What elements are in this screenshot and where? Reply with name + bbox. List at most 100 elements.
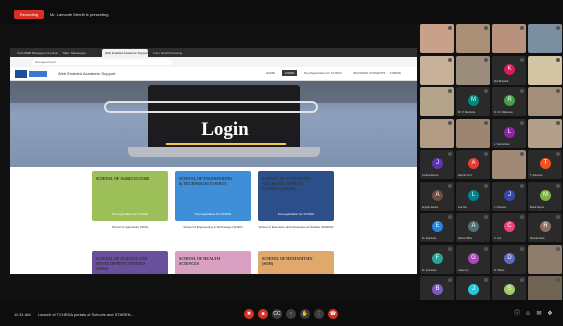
participant-tile[interactable]: J J. Ocampo <box>492 181 526 211</box>
participant-tile[interactable]: R Dr. R. Villanueva <box>492 87 526 116</box>
school-card[interactable]: SCHOOL OF AGRICULTURE Pre-registration fo… <box>92 171 168 221</box>
mic-muted-icon <box>448 246 452 251</box>
school-card[interactable]: SCHOOL OF SCIENCE AND DEVELOPMENT STUDIE… <box>92 251 168 274</box>
school-card-label[interactable]: School of Agriculture (SOA) <box>87 225 173 229</box>
participant-tile[interactable] <box>528 87 562 116</box>
participant-tile[interactable] <box>528 55 562 85</box>
participant-avatar: M <box>540 189 551 201</box>
nav-pre-registration[interactable]: Pre-Registration for SY2023 <box>304 71 342 75</box>
participant-name: D. Hilario <box>494 268 505 272</box>
nav-incoming-students[interactable]: INCOMING STUDENTS <box>353 71 385 75</box>
mic-muted-icon <box>484 246 488 251</box>
school-card[interactable]: SCHOOL OF HEALTH SCIENCES <box>175 251 251 274</box>
browser-tab[interactable]: Form Grid Processing <box>150 49 192 57</box>
participant-name: T. Abrenica <box>530 174 543 177</box>
captions-icon[interactable]: CC <box>272 309 282 319</box>
participant-tile[interactable]: J Justina Ramos <box>420 150 454 179</box>
school-card[interactable]: SCHOOL OF ENGINEERING & TECHNOLOGY (SOET… <box>175 171 251 221</box>
participant-tile[interactable]: G Grace Uy <box>456 244 490 274</box>
participant-tile[interactable]: K Kira Maxwell <box>492 55 526 85</box>
participant-name: Ricardo Dela <box>530 237 545 240</box>
meet-control-bar: 11:31 AM Launch of TCHEDA portals of Sch… <box>0 300 563 326</box>
nav-home[interactable]: HOME <box>266 71 275 75</box>
login-heading: Login <box>201 119 249 140</box>
participant-tile[interactable]: M Maria Reyes <box>528 181 562 211</box>
participant-tile[interactable] <box>420 24 454 53</box>
participant-avatar: J <box>504 189 515 201</box>
participant-tile[interactable] <box>420 87 454 116</box>
login-hero-banner: Login <box>10 81 417 167</box>
participant-tile[interactable]: A Alberto Cruz <box>456 150 490 179</box>
mic-muted-icon <box>484 152 488 156</box>
participant-name: Alberto Cruz <box>458 174 472 177</box>
mic-muted-icon <box>520 246 524 251</box>
participant-tile[interactable]: D D. Hilario <box>492 244 526 274</box>
school-card-label[interactable]: School of Extension and Development Stud… <box>253 225 339 229</box>
participant-tile[interactable]: E Dr. Espinosa <box>420 213 454 242</box>
browser-tab[interactable]: UGA WEB Management portal <box>14 49 58 57</box>
participant-avatar: F <box>432 252 443 264</box>
mic-muted-icon <box>448 183 452 188</box>
activities-icon[interactable]: ❖ <box>547 311 553 317</box>
participant-tile[interactable]: A Angelo Santos <box>420 181 454 211</box>
mic-muted-icon <box>520 89 524 93</box>
hero-frame <box>104 101 318 113</box>
school-card-title: SCHOOL OF SCIENCE AND DEVELOPMENT STUDIE… <box>96 256 148 271</box>
mic-muted-icon <box>484 215 488 219</box>
more-icon[interactable]: ⋮ <box>314 309 324 319</box>
url-field[interactable]: hris.uga.edu.ph <box>32 59 172 65</box>
school-card-footer: Pre-registration for SY2024 <box>277 212 315 216</box>
school-cards: SCHOOL OF AGRICULTURE Pre-registration fo… <box>10 167 417 274</box>
video-off-icon[interactable]: ■ <box>258 309 268 319</box>
browser-tab[interactable]: Mail - Messenger <box>60 49 100 57</box>
meeting-caption: Launch of TCHEDA portals of Schools and … <box>38 312 134 317</box>
participant-tile[interactable]: L Lea Tan <box>456 181 490 211</box>
participant-avatar: C <box>504 221 515 232</box>
mic-muted-icon <box>448 89 452 93</box>
school-card[interactable]: SCHOOL OF EXTENSION AND DEVELOPMENT STUD… <box>258 171 334 221</box>
mic-muted-icon <box>448 278 452 282</box>
info-icon[interactable]: ⓘ <box>514 311 520 317</box>
participant-tile[interactable] <box>456 118 490 148</box>
mic-muted-icon <box>520 183 524 188</box>
school-card-title: SCHOOL OF ENGINEERING & TECHNOLOGY (SOET… <box>179 176 233 186</box>
participant-tile[interactable]: A Admin Office <box>456 213 490 242</box>
participant-name: J. Ocampo <box>494 205 507 209</box>
participant-avatar: T <box>540 158 551 169</box>
participant-tile[interactable]: T T. Abrenica <box>528 150 562 179</box>
participant-tile[interactable] <box>420 118 454 148</box>
participant-tile[interactable]: L L. Carmichael <box>492 118 526 148</box>
university-logo[interactable] <box>15 70 47 78</box>
participant-tile[interactable] <box>492 24 526 53</box>
participant-tile[interactable]: C C. Lim <box>492 213 526 242</box>
participant-tile[interactable] <box>528 24 562 53</box>
participant-tile[interactable] <box>420 55 454 85</box>
participant-tile[interactable] <box>456 24 490 53</box>
raise-hand-icon[interactable]: ✋ <box>300 309 310 319</box>
participant-name: Angelo Santos <box>422 205 439 209</box>
school-card-title: SCHOOL OF HUMANITIES (SOH) <box>262 256 313 266</box>
chat-icon[interactable]: ✉ <box>536 311 542 317</box>
participant-tile[interactable] <box>492 150 526 179</box>
present-icon[interactable]: ↑ <box>286 309 296 319</box>
participant-tile[interactable]: R Ricardo Dela <box>528 213 562 242</box>
browser-tab-active[interactable]: Web Enabled Academic Support <box>102 49 148 57</box>
meeting-clock: 11:31 AM <box>14 312 31 317</box>
nav-login[interactable]: LOGIN <box>282 70 298 76</box>
people-icon[interactable]: ☺ <box>525 311 531 317</box>
school-card-title: SCHOOL OF EXTENSION AND DEVELOPMENT STUD… <box>262 176 310 191</box>
nav-forms[interactable]: FORMS <box>390 71 401 75</box>
participant-tile[interactable] <box>456 55 490 85</box>
school-card-label[interactable]: School of Engineering & Technology (SOET… <box>170 225 256 229</box>
mic-muted-icon <box>484 278 488 282</box>
participant-tile[interactable]: F Dr. Fernando <box>420 244 454 274</box>
participant-tile[interactable] <box>528 244 562 274</box>
mic-muted-icon <box>556 183 560 188</box>
mic-muted-icon <box>556 215 560 219</box>
participant-tile[interactable]: M Mr. P. Mendoza <box>456 87 490 116</box>
mic-off-icon[interactable]: ✖ <box>244 309 254 319</box>
participant-tile[interactable] <box>528 118 562 148</box>
school-card[interactable]: SCHOOL OF HUMANITIES (SOH) <box>258 251 334 274</box>
mic-muted-icon <box>484 183 488 188</box>
end-call-icon[interactable]: ☎ <box>328 309 338 319</box>
